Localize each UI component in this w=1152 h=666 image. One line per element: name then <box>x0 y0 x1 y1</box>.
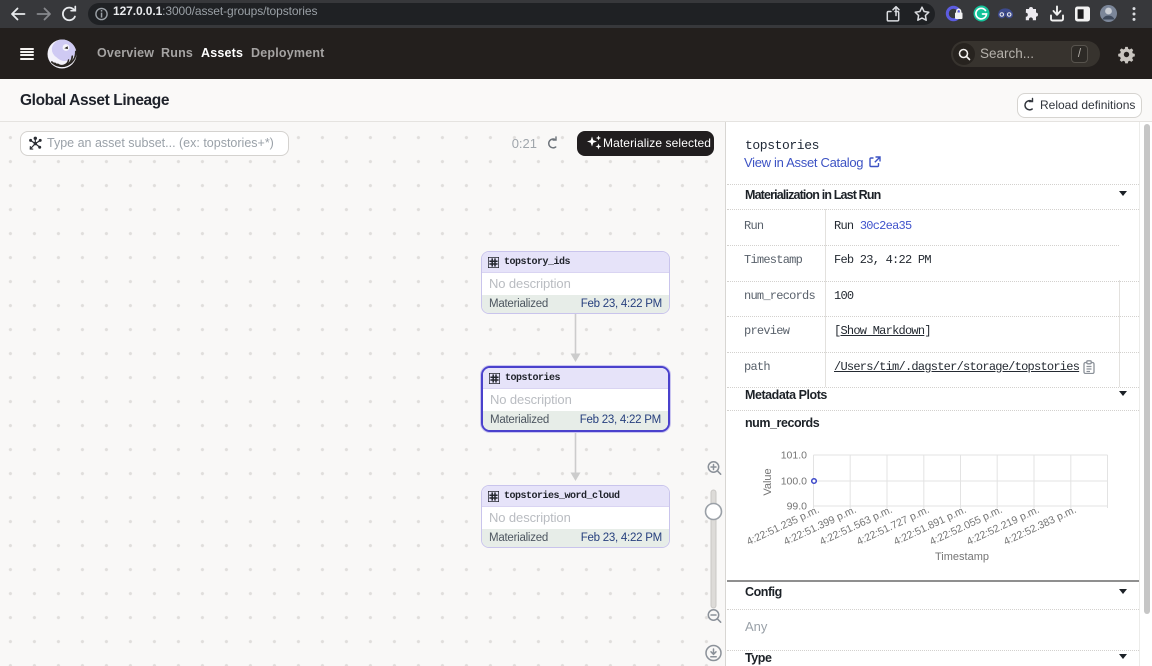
svg-text:Timestamp: Timestamp <box>935 551 989 563</box>
svg-text:101.0: 101.0 <box>781 450 807 462</box>
svg-text:Value: Value <box>762 468 774 495</box>
svg-text:100.0: 100.0 <box>781 476 807 488</box>
